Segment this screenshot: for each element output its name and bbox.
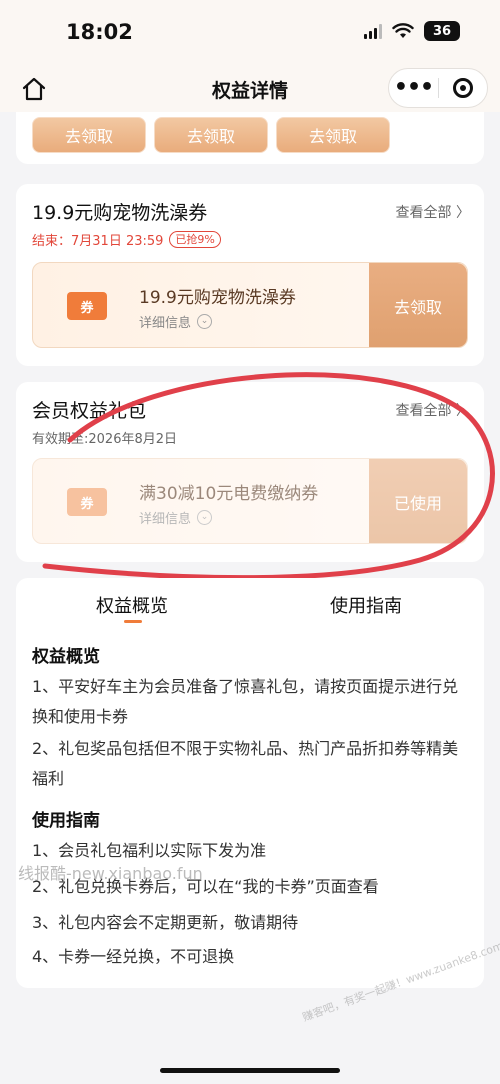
home-indicator — [160, 1068, 340, 1073]
tab-overview[interactable]: 权益概览 — [96, 592, 168, 618]
tab-indicator — [124, 620, 142, 623]
overview-title: 权益概览 — [32, 647, 100, 667]
guide-item-4: 4、卡券一经兑换，不可退换 — [32, 947, 235, 966]
info-card: 权益概览 使用指南 权益概览 1、平安好车主为会员准备了惊喜礼包，请按页面提示进… — [16, 578, 484, 988]
guide-title: 使用指南 — [32, 811, 100, 831]
guide-item-3: 3、礼包内容会不定期更新，敬请期待 — [32, 913, 299, 932]
overview-item-1: 1、平安好车主为会员准备了惊喜礼包，请按页面提示进行兑换和使用卡券 — [32, 677, 459, 726]
tab-guide[interactable]: 使用指南 — [330, 592, 402, 618]
overview-item-2: 2、礼包奖品包括但不限于实物礼品、热门产品折扣券等精美福利 — [32, 739, 459, 788]
watermark-xianbao: 线报酷-new.xianbao.fun — [18, 864, 203, 883]
